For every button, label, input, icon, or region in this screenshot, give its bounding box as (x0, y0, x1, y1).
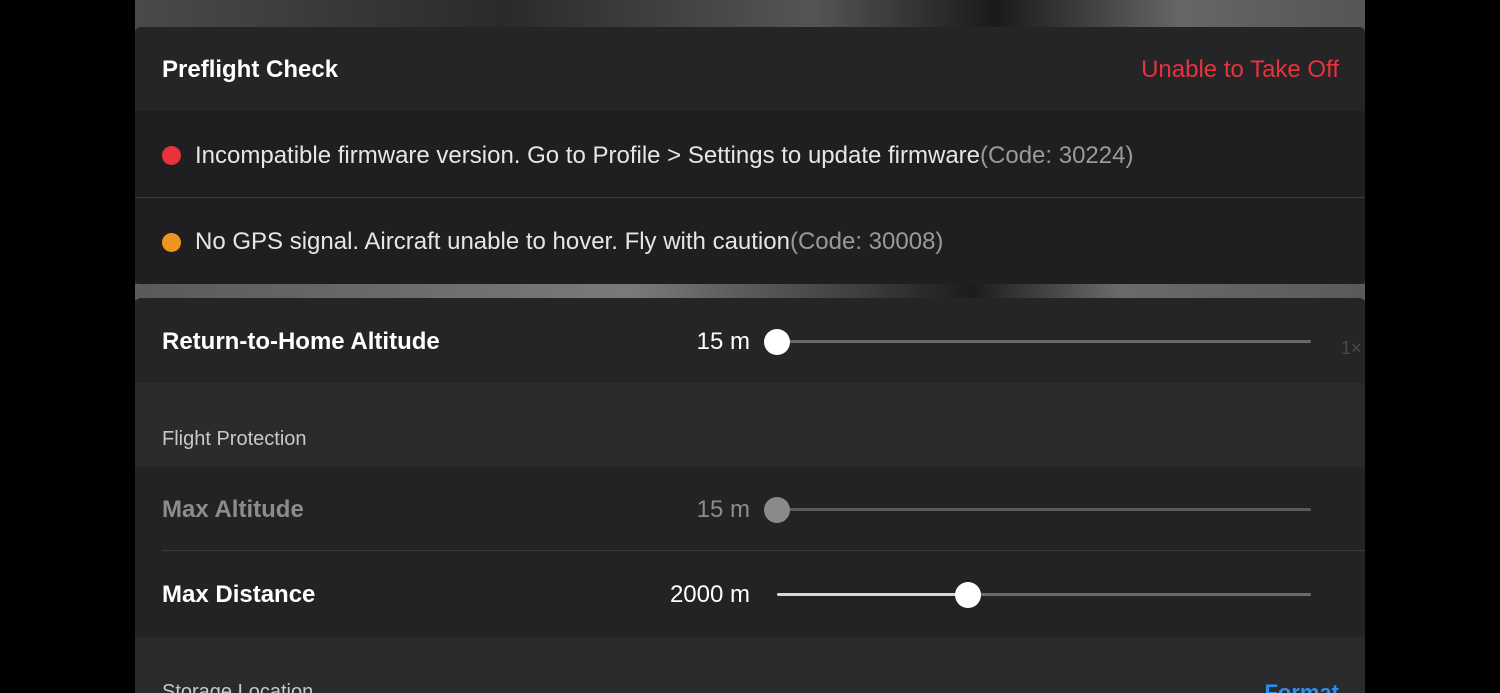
warning-row-gps[interactable]: No GPS signal. Aircraft unable to hover.… (135, 198, 1365, 284)
max-altitude-value: 15 m (696, 496, 750, 523)
preflight-title: Preflight Check (162, 56, 339, 83)
rth-altitude-row: Return-to-Home Altitude 15 m 1× (135, 298, 1365, 383)
max-distance-slider[interactable] (777, 582, 1311, 608)
rth-altitude-label: Return-to-Home Altitude (162, 328, 440, 355)
max-distance-value: 2000 m (669, 581, 750, 608)
format-button[interactable]: Format (1264, 680, 1339, 693)
preflight-header: Preflight Check Unable to Take Off (135, 27, 1365, 111)
warning-message: Incompatible firmware version. Go to Pro… (195, 142, 1133, 170)
warning-code: (Code: 30224) (980, 142, 1134, 169)
takeoff-status: Unable to Take Off (1141, 56, 1339, 83)
warning-text: No GPS signal. Aircraft unable to hover.… (195, 228, 790, 255)
rth-altitude-value: 15 m (696, 328, 750, 355)
slider-handle[interactable] (764, 329, 790, 355)
warning-dot-icon (162, 233, 181, 252)
warning-message: No GPS signal. Aircraft unable to hover.… (195, 228, 943, 256)
app-screen: Preflight Check Unable to Take Off Incom… (0, 0, 1500, 693)
warning-row-firmware[interactable]: Incompatible firmware version. Go to Pro… (135, 111, 1365, 197)
slider-fill (777, 593, 968, 596)
warning-code: (Code: 30008) (789, 228, 944, 255)
preflight-check-card: Preflight Check Unable to Take Off Incom… (135, 27, 1365, 284)
error-dot-icon (162, 146, 181, 165)
zoom-indicator: 1× (1341, 338, 1362, 358)
flight-protection-heading: Flight Protection (162, 428, 307, 450)
max-altitude-row: Max Altitude 15 m (135, 467, 1365, 551)
warning-text: Incompatible firmware version. Go to Pro… (195, 142, 981, 169)
settings-card: Return-to-Home Altitude 15 m 1× Flight P… (135, 298, 1365, 693)
max-distance-label: Max Distance (162, 581, 316, 608)
storage-location-heading: Storage Location (162, 681, 314, 693)
max-altitude-slider[interactable] (764, 497, 1311, 523)
rth-altitude-slider[interactable] (764, 329, 1311, 355)
slider-handle[interactable] (954, 582, 981, 608)
max-altitude-label: Max Altitude (162, 496, 304, 523)
slider-handle[interactable] (764, 497, 790, 523)
camera-feed-top-strip (135, 0, 1365, 30)
max-distance-row: Max Distance 2000 m (135, 551, 1365, 637)
